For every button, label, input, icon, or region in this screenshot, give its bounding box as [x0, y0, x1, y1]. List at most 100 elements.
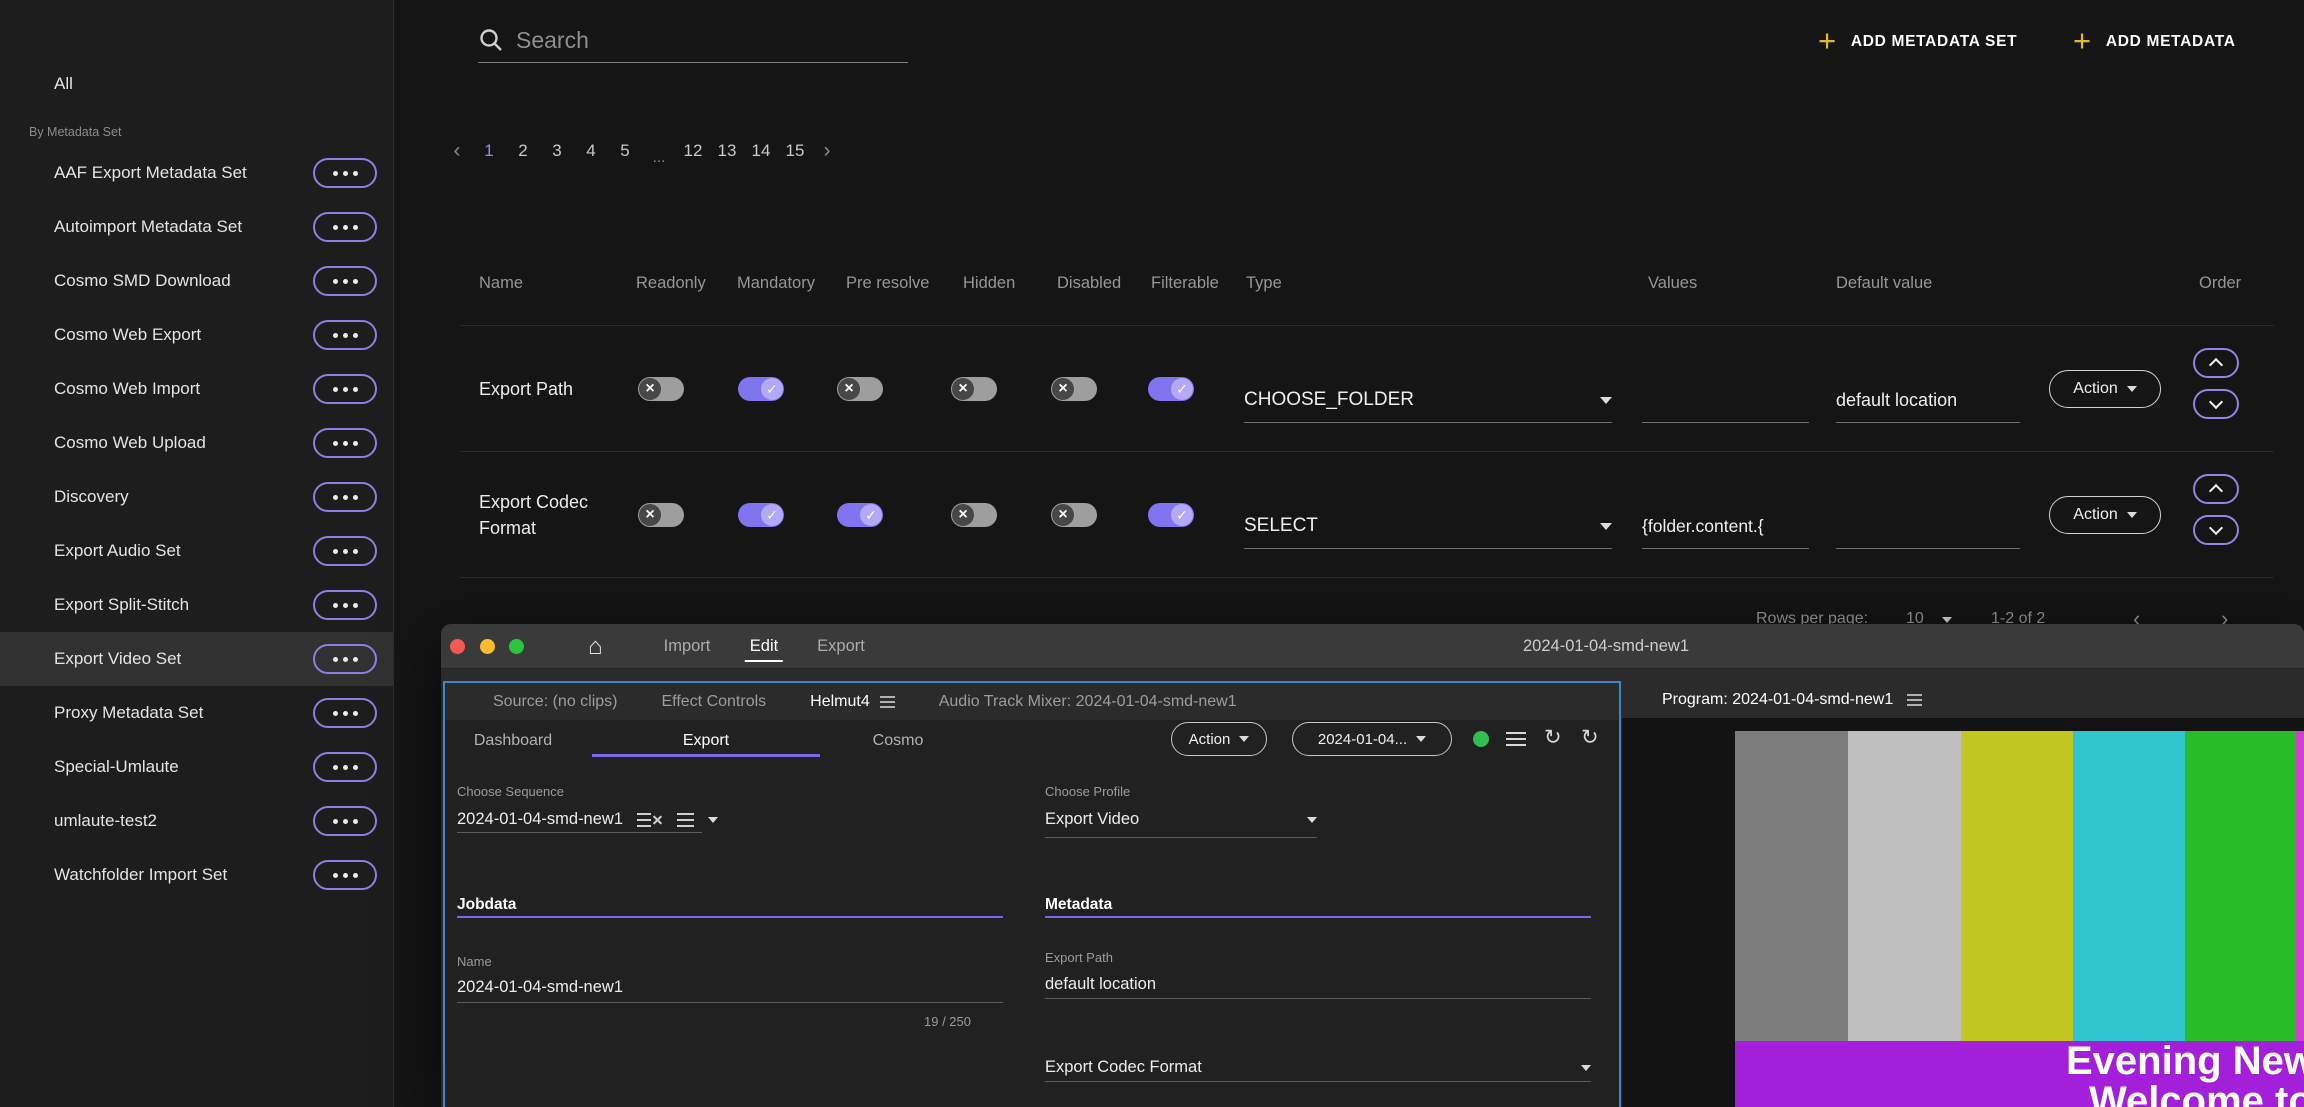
move-down-button[interactable]: [2193, 389, 2239, 419]
sidebar-item-umlaute-test2[interactable]: umlaute-test2: [0, 794, 393, 848]
sidebar-item-discovery[interactable]: Discovery: [0, 470, 393, 524]
item-options-button[interactable]: [313, 158, 377, 188]
pagination-prev-icon[interactable]: ‹: [442, 139, 472, 163]
panel-menu-icon[interactable]: [1907, 694, 1922, 706]
helmut-action-button[interactable]: Action: [1171, 722, 1267, 756]
move-up-button[interactable]: [2193, 348, 2239, 378]
name-input[interactable]: 2024-01-04-smd-new1: [457, 978, 623, 997]
window-tab-export[interactable]: Export: [817, 624, 865, 669]
export-path-input[interactable]: default location: [1045, 975, 1156, 994]
item-options-button[interactable]: [313, 590, 377, 620]
search-input[interactable]: [516, 27, 908, 54]
item-options-button[interactable]: [313, 374, 377, 404]
pagination-page-12[interactable]: 12: [676, 141, 710, 161]
item-options-button[interactable]: [313, 266, 377, 296]
disabled-toggle[interactable]: ×: [1051, 503, 1097, 527]
values-input[interactable]: [1642, 378, 1809, 423]
default-value-input[interactable]: default location: [1836, 378, 2020, 423]
panel-tab-effect-controls[interactable]: Effect Controls: [662, 693, 767, 711]
item-options-button[interactable]: [313, 320, 377, 350]
values-input[interactable]: {folder.content.{: [1642, 504, 1809, 549]
sequence-field[interactable]: 2024-01-04-smd-new1: [457, 810, 718, 829]
item-options-button[interactable]: [313, 428, 377, 458]
default-value-input[interactable]: [1836, 504, 2020, 549]
filterable-toggle[interactable]: ✓: [1148, 377, 1194, 401]
list-icon[interactable]: [1506, 732, 1526, 746]
readonly-toggle[interactable]: ×: [638, 503, 684, 527]
item-options-button[interactable]: [313, 860, 377, 890]
sidebar-item-cosmo-web-export[interactable]: Cosmo Web Export: [0, 308, 393, 362]
hidden-toggle[interactable]: ×: [951, 503, 997, 527]
item-options-button[interactable]: [313, 806, 377, 836]
sidebar-item-export-split-stitch[interactable]: Export Split-Stitch: [0, 578, 393, 632]
export-codec-format-select[interactable]: Export Codec Format: [1045, 1058, 1591, 1077]
window-titlebar[interactable]: ⌂ ImportEditExport 2024-01-04-smd-new1: [441, 624, 2304, 669]
program-panel-tab[interactable]: Program: 2024-01-04-smd-new1: [1662, 691, 1893, 709]
pagination-page-4[interactable]: 4: [574, 141, 608, 161]
helmut-action-label: Action: [1189, 731, 1231, 748]
item-options-button[interactable]: [313, 698, 377, 728]
readonly-toggle[interactable]: ×: [638, 377, 684, 401]
sidebar-item-cosmo-web-import[interactable]: Cosmo Web Import: [0, 362, 393, 416]
pagination-page-1[interactable]: 1: [472, 141, 506, 161]
sidebar-item-cosmo-smd-download[interactable]: Cosmo SMD Download: [0, 254, 393, 308]
item-options-button[interactable]: [313, 644, 377, 674]
sync-icon[interactable]: ↻: [1581, 725, 1599, 750]
type-select[interactable]: SELECT: [1244, 504, 1612, 549]
helmut-tab-dashboard[interactable]: Dashboard: [474, 732, 552, 750]
panel-tab-helmut4[interactable]: Helmut4: [810, 693, 870, 711]
sidebar-item-cosmo-web-upload[interactable]: Cosmo Web Upload: [0, 416, 393, 470]
filterable-toggle[interactable]: ✓: [1148, 503, 1194, 527]
window-tab-edit[interactable]: Edit: [750, 624, 778, 669]
move-up-button[interactable]: [2193, 474, 2239, 504]
home-icon[interactable]: ⌂: [588, 624, 603, 669]
sidebar-item-export-video-set[interactable]: Export Video Set: [0, 632, 393, 686]
pre-resolve-toggle[interactable]: ×: [837, 377, 883, 401]
pagination-page-13[interactable]: 13: [710, 141, 744, 161]
refresh-icon[interactable]: ↻: [1544, 725, 1562, 750]
caret-down-icon: [1581, 1065, 1591, 1071]
pagination-page-5[interactable]: 5: [608, 141, 642, 161]
item-options-button[interactable]: [313, 536, 377, 566]
action-button[interactable]: Action: [2049, 370, 2161, 408]
sidebar-item-export-audio-set[interactable]: Export Audio Set: [0, 524, 393, 578]
pagination-next-icon[interactable]: ›: [812, 139, 842, 163]
clear-sequence-icon[interactable]: [637, 812, 663, 828]
mandatory-toggle[interactable]: ✓: [738, 377, 784, 401]
item-options-button[interactable]: [313, 752, 377, 782]
window-tab-import[interactable]: Import: [664, 624, 711, 669]
sidebar-item-all[interactable]: All: [0, 57, 393, 111]
profile-select[interactable]: Export Video: [1045, 810, 1317, 829]
pagination-page-2[interactable]: 2: [506, 141, 540, 161]
type-select[interactable]: CHOOSE_FOLDER: [1244, 378, 1612, 423]
preset-dropdown[interactable]: 2024-01-04...: [1292, 722, 1452, 756]
sidebar-item-watchfolder-import-set[interactable]: Watchfolder Import Set: [0, 848, 393, 902]
action-button[interactable]: Action: [2049, 496, 2161, 534]
sidebar-item-aaf-export-metadata-set[interactable]: AAF Export Metadata Set: [0, 146, 393, 200]
helmut-tab-cosmo[interactable]: Cosmo: [873, 732, 924, 750]
sidebar-item-special-umlaute[interactable]: Special-Umlaute: [0, 740, 393, 794]
panel-tab-source-no-clips[interactable]: Source: (no clips): [493, 693, 618, 711]
helmut-tab-export[interactable]: Export: [683, 732, 729, 750]
pagination-page-14[interactable]: 14: [744, 141, 778, 161]
hidden-toggle[interactable]: ×: [951, 377, 997, 401]
item-options-button[interactable]: [313, 212, 377, 242]
pagination-page-3[interactable]: 3: [540, 141, 574, 161]
sidebar-item-proxy-metadata-set[interactable]: Proxy Metadata Set: [0, 686, 393, 740]
pagination-page-15[interactable]: 15: [778, 141, 812, 161]
search-field[interactable]: [478, 18, 908, 63]
move-down-button[interactable]: [2193, 515, 2239, 545]
pre-resolve-toggle[interactable]: ✓: [837, 503, 883, 527]
panel-menu-icon[interactable]: [880, 696, 895, 708]
add-metadata-set-button[interactable]: + ADD METADATA SET: [1818, 20, 2017, 64]
mandatory-toggle[interactable]: ✓: [738, 503, 784, 527]
add-metadata-button[interactable]: + ADD METADATA: [2073, 20, 2236, 64]
sidebar-item-autoimport-metadata-set[interactable]: Autoimport Metadata Set: [0, 200, 393, 254]
panel-tab-audio-track-mixer-2024-01-04-smd-new1[interactable]: Audio Track Mixer: 2024-01-04-smd-new1: [939, 693, 1237, 711]
minimize-window-button[interactable]: [480, 639, 495, 654]
sequence-menu-icon[interactable]: [677, 812, 694, 828]
close-window-button[interactable]: [450, 639, 465, 654]
item-options-button[interactable]: [313, 482, 377, 512]
disabled-toggle[interactable]: ×: [1051, 377, 1097, 401]
zoom-window-button[interactable]: [509, 639, 524, 654]
